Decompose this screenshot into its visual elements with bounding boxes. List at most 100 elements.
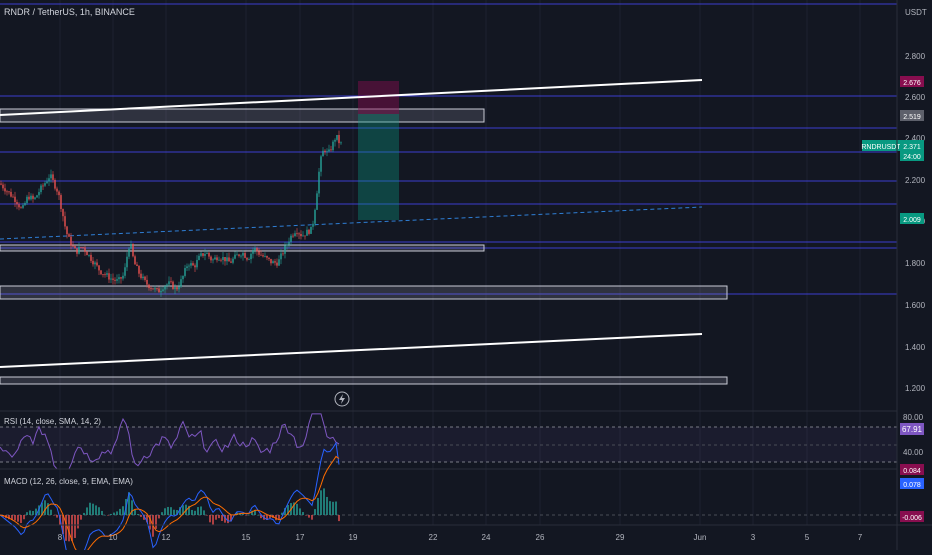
candle-body xyxy=(302,235,304,237)
time-tick-label: 3 xyxy=(751,533,756,542)
candle-body xyxy=(96,262,98,266)
candle-body xyxy=(2,184,4,189)
candle-body xyxy=(248,259,250,260)
time-tick-label: 24 xyxy=(482,533,491,542)
candle-body xyxy=(216,257,218,261)
macd-bar xyxy=(305,515,307,516)
candle-body xyxy=(174,287,176,290)
candle-body xyxy=(88,254,90,256)
candle-body xyxy=(130,243,132,249)
macd-bar xyxy=(44,500,46,515)
macd-bar xyxy=(83,512,85,515)
candle-body xyxy=(222,257,224,260)
price-tick-label: 2.800 xyxy=(905,52,926,61)
candle-body xyxy=(128,248,130,257)
candle-body xyxy=(324,150,326,153)
flash-icon[interactable] xyxy=(334,391,350,407)
macd-bar xyxy=(110,513,112,515)
candle-body xyxy=(110,278,112,280)
candle-body xyxy=(272,261,274,264)
candle-body xyxy=(180,279,182,287)
candle-body xyxy=(42,185,44,187)
candle-body xyxy=(310,226,312,234)
candle-body xyxy=(28,196,30,200)
macd-bar xyxy=(116,511,118,515)
candle-body xyxy=(82,247,84,248)
candle-body xyxy=(206,252,208,254)
candle-body xyxy=(332,141,334,151)
candle-body xyxy=(184,268,186,276)
time-tick-label: 29 xyxy=(616,533,625,542)
macd-bar xyxy=(197,507,199,515)
macd-bar xyxy=(329,501,331,515)
price-chart[interactable]: RNDR / TetherUS, 1h, BINANCE USDT 2.800 2… xyxy=(0,0,932,555)
macd-bar xyxy=(71,515,73,541)
position-target-zone[interactable] xyxy=(358,114,399,220)
macd-bar xyxy=(191,509,193,515)
price-tick-label: 1.400 xyxy=(905,343,926,352)
candle-body xyxy=(46,181,48,184)
candle-body xyxy=(240,255,242,257)
time-tick-label: 19 xyxy=(349,533,358,542)
macd-bar xyxy=(56,515,58,518)
candle-body xyxy=(52,174,54,180)
candle-body xyxy=(260,254,262,256)
macd-bar xyxy=(104,514,106,516)
candle-body xyxy=(188,265,190,267)
macd-bar xyxy=(206,515,208,516)
svg-text:2.009: 2.009 xyxy=(903,217,921,224)
candle-body xyxy=(218,259,220,261)
candle-body xyxy=(18,204,20,208)
macd-bar xyxy=(242,514,244,515)
candle-body xyxy=(204,253,206,256)
candle-body xyxy=(200,253,202,256)
candle-body xyxy=(120,277,122,279)
candle-body xyxy=(66,226,68,235)
candle-body xyxy=(286,244,288,246)
macd-bar xyxy=(92,503,94,515)
candle-body xyxy=(150,288,152,289)
macd-bar xyxy=(338,515,340,522)
candle-body xyxy=(90,254,92,261)
svg-text:2.676: 2.676 xyxy=(903,80,921,87)
candle-body xyxy=(300,234,302,237)
rsi-value-label: 67.91 xyxy=(900,423,924,435)
macd-bar xyxy=(170,507,172,515)
candle-body xyxy=(254,248,256,251)
support-zone xyxy=(0,376,728,385)
candle-body xyxy=(268,257,270,259)
macd-bar xyxy=(101,510,103,515)
candle-body xyxy=(136,264,138,266)
candle-body xyxy=(158,288,160,293)
candle-body xyxy=(228,257,230,262)
candle-body xyxy=(68,234,70,237)
candle-body xyxy=(334,139,336,142)
candle-body xyxy=(266,255,268,258)
macd-bar xyxy=(74,515,76,538)
candle-body xyxy=(92,260,94,265)
macd-bar xyxy=(221,515,223,521)
macd-bar xyxy=(278,515,280,520)
time-tick-label: 15 xyxy=(242,533,251,542)
candle-body xyxy=(118,277,120,280)
candle-body xyxy=(314,209,316,224)
candle-body xyxy=(74,245,76,249)
candle-body xyxy=(4,188,6,192)
candle-body xyxy=(220,259,222,261)
macd-bar xyxy=(227,515,229,524)
time-tick-label: 17 xyxy=(296,533,305,542)
macd-bar xyxy=(80,515,82,520)
candle-body xyxy=(32,195,34,199)
price-tick-label: 1.200 xyxy=(905,384,926,393)
price-label: RNDRUSDT xyxy=(861,140,901,151)
macd-bar xyxy=(119,508,121,515)
candle-body xyxy=(154,288,156,290)
candle-body xyxy=(244,253,246,258)
macd-bar xyxy=(68,515,70,542)
candle-body xyxy=(112,278,114,280)
candle-body xyxy=(104,274,106,276)
candle-body xyxy=(146,279,148,285)
candle-body xyxy=(6,191,8,193)
candle-body xyxy=(58,191,60,196)
macd-bar xyxy=(245,515,247,516)
